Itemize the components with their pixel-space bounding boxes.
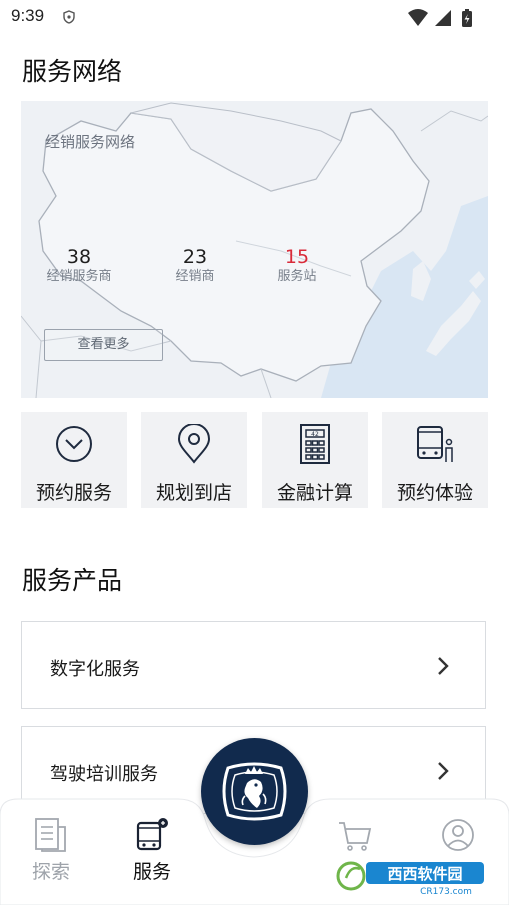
service-network-map[interactable]: 经销服务网络 38 经销服务商 23 经销商 15 服务站 查看更多: [21, 101, 488, 398]
quick-action-label: 预约服务: [35, 482, 112, 504]
products-section-title: 服务产品: [22, 566, 123, 595]
profile-icon: [442, 819, 474, 851]
stat-label: 经销商: [175, 269, 215, 284]
system-status-icons: [408, 9, 472, 27]
watermark-logo: 西西软件园 CR173.com: [336, 856, 488, 897]
tab-label: 服务: [132, 861, 171, 883]
product-card-digital-service[interactable]: 数字化服务: [21, 621, 486, 709]
chevron-right-icon: [438, 762, 449, 780]
tab-cart[interactable]: [315, 817, 395, 857]
center-brand-button[interactable]: [201, 738, 308, 845]
quick-action-plan-visit[interactable]: 规划到店: [141, 412, 247, 508]
quick-action-label: 金融计算: [276, 482, 353, 504]
tab-profile[interactable]: [418, 817, 498, 857]
stat-value: 38: [66, 246, 92, 268]
status-bar: 9:39: [0, 0, 509, 34]
chevron-right-icon: [438, 657, 449, 675]
status-time: 9:39: [11, 6, 45, 25]
product-card-label: 数字化服务: [50, 659, 140, 680]
stat-value: 23: [182, 246, 208, 268]
document-icon: [35, 818, 66, 852]
map-title: 经销服务网络: [45, 133, 136, 151]
location-pin-icon: [177, 424, 211, 464]
griffin-logo-icon: [222, 762, 287, 821]
cell-signal-icon: [435, 10, 451, 26]
wifi-icon: [408, 9, 428, 26]
stat-service-station: 15 服务站: [252, 246, 342, 285]
battery-icon: [462, 9, 472, 27]
quick-action-book-service[interactable]: 预约服务: [21, 412, 127, 508]
view-more-button[interactable]: 查看更多: [44, 329, 163, 361]
clock-icon: [56, 426, 92, 462]
watermark-graphic: 西西软件园 CR173.com: [336, 861, 484, 897]
bus-wrench-icon: [136, 818, 168, 851]
watermark-url: CR173.com: [420, 887, 472, 896]
quick-action-label: 规划到店: [155, 482, 232, 504]
svg-text:42: 42: [311, 431, 319, 438]
watermark-brand: 西西软件园: [387, 865, 462, 883]
product-card-label: 驾驶培训服务: [50, 764, 158, 785]
stat-dealer: 23 经销商: [150, 246, 240, 285]
quick-action-label: 预约体验: [396, 482, 473, 504]
tab-explore[interactable]: 探索: [11, 817, 91, 884]
stat-label: 经销服务商: [46, 269, 112, 284]
stat-dealer-service: 38 经销服务商: [34, 246, 124, 285]
stat-value: 15: [284, 246, 310, 268]
network-section-title: 服务网络: [22, 57, 123, 86]
quick-action-finance-calc[interactable]: 42 金融计算: [262, 412, 368, 508]
shield-icon: [63, 10, 75, 24]
tab-label: 探索: [31, 861, 70, 883]
bus-person-icon: [417, 426, 453, 462]
cart-icon: [339, 822, 372, 851]
tab-service[interactable]: 服务: [112, 817, 192, 884]
calculator-icon: 42: [300, 424, 330, 464]
stat-label: 服务站: [277, 269, 317, 284]
quick-action-book-experience[interactable]: 预约体验: [382, 412, 488, 508]
